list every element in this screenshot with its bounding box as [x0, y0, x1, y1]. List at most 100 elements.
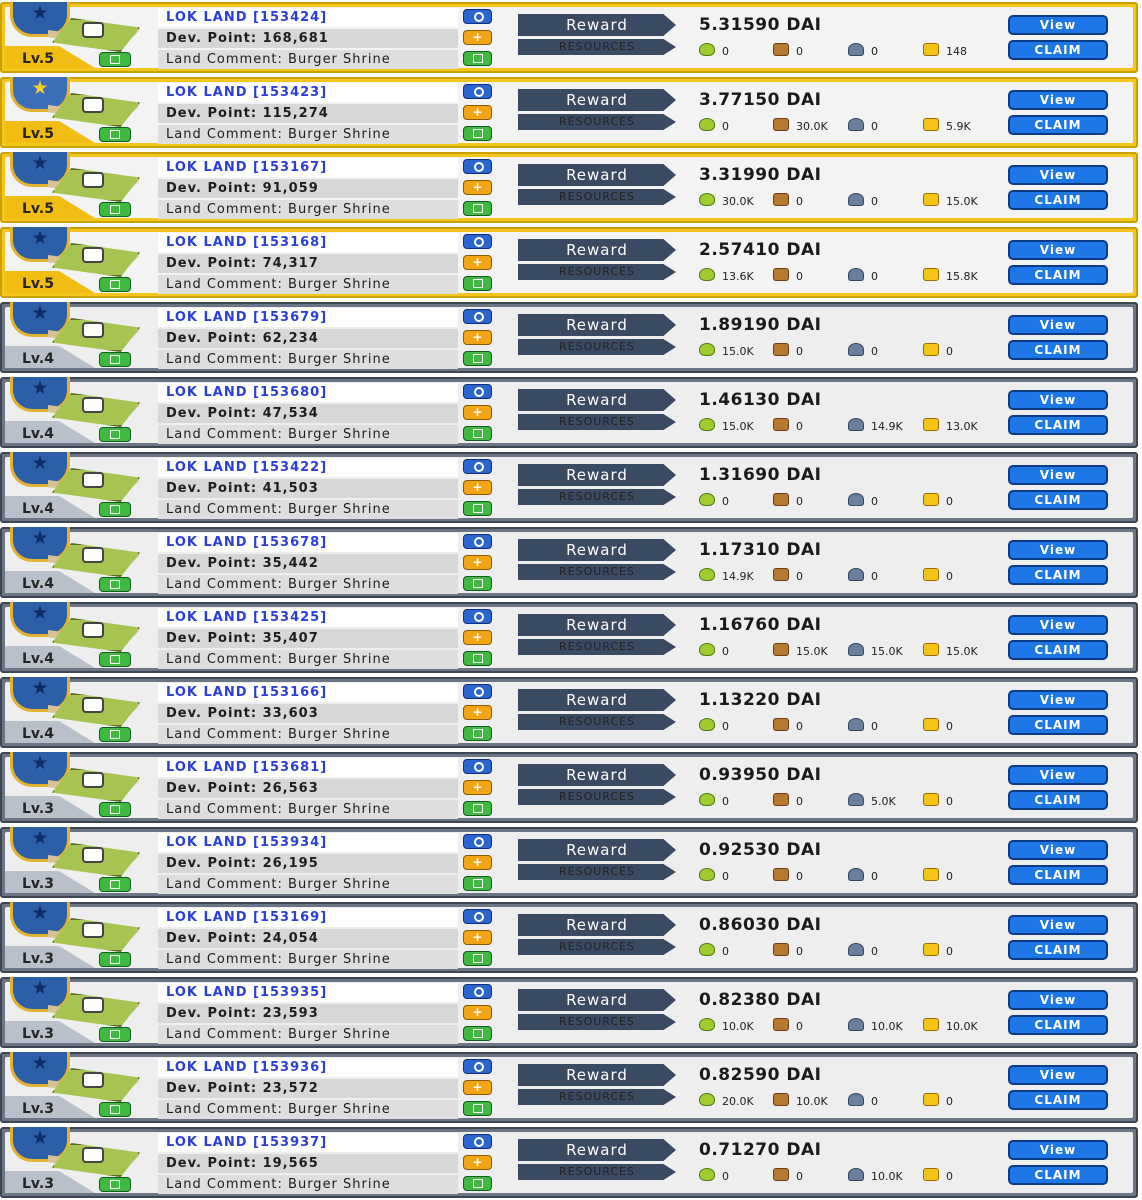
- plus-icon[interactable]: +: [463, 1005, 492, 1020]
- land-name-link[interactable]: LOK LAND [153424]: [158, 8, 458, 27]
- claim-button[interactable]: CLAIM: [1008, 640, 1108, 660]
- claim-button[interactable]: CLAIM: [1008, 865, 1108, 885]
- claim-button[interactable]: CLAIM: [1008, 1090, 1108, 1110]
- edit-icon[interactable]: [463, 201, 492, 216]
- claim-button[interactable]: CLAIM: [1008, 565, 1108, 585]
- view-button[interactable]: View: [1008, 315, 1108, 335]
- edit-land-icon-button[interactable]: [99, 727, 131, 742]
- plus-icon[interactable]: +: [463, 1080, 492, 1095]
- search-icon[interactable]: [463, 1059, 492, 1074]
- edit-icon[interactable]: [463, 876, 492, 891]
- edit-icon[interactable]: [463, 726, 492, 741]
- search-icon[interactable]: [463, 84, 492, 99]
- land-name-link[interactable]: LOK LAND [153937]: [158, 1133, 458, 1152]
- view-button[interactable]: View: [1008, 765, 1108, 785]
- plus-icon[interactable]: +: [463, 780, 492, 795]
- view-button[interactable]: View: [1008, 540, 1108, 560]
- plus-icon[interactable]: +: [463, 30, 492, 45]
- edit-land-icon-button[interactable]: [99, 127, 131, 142]
- search-icon[interactable]: [463, 909, 492, 924]
- edit-icon[interactable]: [463, 426, 492, 441]
- view-button[interactable]: View: [1008, 90, 1108, 110]
- edit-land-icon-button[interactable]: [99, 877, 131, 892]
- edit-land-icon-button[interactable]: [99, 1027, 131, 1042]
- edit-icon[interactable]: [463, 126, 492, 141]
- view-button[interactable]: View: [1008, 465, 1108, 485]
- land-name-link[interactable]: LOK LAND [153936]: [158, 1058, 458, 1077]
- plus-icon[interactable]: +: [463, 480, 492, 495]
- claim-button[interactable]: CLAIM: [1008, 1165, 1108, 1185]
- edit-land-icon-button[interactable]: [99, 952, 131, 967]
- plus-icon[interactable]: +: [463, 405, 492, 420]
- view-button[interactable]: View: [1008, 990, 1108, 1010]
- edit-land-icon-button[interactable]: [99, 1102, 131, 1117]
- search-icon[interactable]: [463, 1134, 492, 1149]
- search-icon[interactable]: [463, 159, 492, 174]
- view-button[interactable]: View: [1008, 615, 1108, 635]
- plus-icon[interactable]: +: [463, 1155, 492, 1170]
- claim-button[interactable]: CLAIM: [1008, 490, 1108, 510]
- view-button[interactable]: View: [1008, 840, 1108, 860]
- search-icon[interactable]: [463, 459, 492, 474]
- edit-icon[interactable]: [463, 951, 492, 966]
- edit-icon[interactable]: [463, 651, 492, 666]
- view-button[interactable]: View: [1008, 390, 1108, 410]
- search-icon[interactable]: [463, 759, 492, 774]
- claim-button[interactable]: CLAIM: [1008, 1015, 1108, 1035]
- claim-button[interactable]: CLAIM: [1008, 715, 1108, 735]
- view-button[interactable]: View: [1008, 915, 1108, 935]
- search-icon[interactable]: [463, 534, 492, 549]
- plus-icon[interactable]: +: [463, 330, 492, 345]
- land-name-link[interactable]: LOK LAND [153167]: [158, 158, 458, 177]
- edit-land-icon-button[interactable]: [99, 652, 131, 667]
- land-name-link[interactable]: LOK LAND [153681]: [158, 758, 458, 777]
- edit-land-icon-button[interactable]: [99, 202, 131, 217]
- view-button[interactable]: View: [1008, 165, 1108, 185]
- view-button[interactable]: View: [1008, 1065, 1108, 1085]
- edit-icon[interactable]: [463, 276, 492, 291]
- edit-land-icon-button[interactable]: [99, 277, 131, 292]
- search-icon[interactable]: [463, 384, 492, 399]
- land-name-link[interactable]: LOK LAND [153935]: [158, 983, 458, 1002]
- claim-button[interactable]: CLAIM: [1008, 790, 1108, 810]
- plus-icon[interactable]: +: [463, 930, 492, 945]
- plus-icon[interactable]: +: [463, 630, 492, 645]
- claim-button[interactable]: CLAIM: [1008, 340, 1108, 360]
- claim-button[interactable]: CLAIM: [1008, 415, 1108, 435]
- edit-icon[interactable]: [463, 1176, 492, 1191]
- edit-icon[interactable]: [463, 501, 492, 516]
- view-button[interactable]: View: [1008, 1140, 1108, 1160]
- land-name-link[interactable]: LOK LAND [153679]: [158, 308, 458, 327]
- land-name-link[interactable]: LOK LAND [153934]: [158, 833, 458, 852]
- claim-button[interactable]: CLAIM: [1008, 190, 1108, 210]
- claim-button[interactable]: CLAIM: [1008, 40, 1108, 60]
- land-name-link[interactable]: LOK LAND [153166]: [158, 683, 458, 702]
- search-icon[interactable]: [463, 684, 492, 699]
- edit-land-icon-button[interactable]: [99, 427, 131, 442]
- land-name-link[interactable]: LOK LAND [153678]: [158, 533, 458, 552]
- edit-icon[interactable]: [463, 51, 492, 66]
- land-name-link[interactable]: LOK LAND [153422]: [158, 458, 458, 477]
- plus-icon[interactable]: +: [463, 555, 492, 570]
- edit-land-icon-button[interactable]: [99, 577, 131, 592]
- search-icon[interactable]: [463, 309, 492, 324]
- claim-button[interactable]: CLAIM: [1008, 265, 1108, 285]
- plus-icon[interactable]: +: [463, 255, 492, 270]
- land-name-link[interactable]: LOK LAND [153423]: [158, 83, 458, 102]
- search-icon[interactable]: [463, 984, 492, 999]
- plus-icon[interactable]: +: [463, 180, 492, 195]
- edit-land-icon-button[interactable]: [99, 502, 131, 517]
- view-button[interactable]: View: [1008, 690, 1108, 710]
- search-icon[interactable]: [463, 9, 492, 24]
- edit-icon[interactable]: [463, 1026, 492, 1041]
- edit-land-icon-button[interactable]: [99, 352, 131, 367]
- search-icon[interactable]: [463, 834, 492, 849]
- view-button[interactable]: View: [1008, 15, 1108, 35]
- search-icon[interactable]: [463, 234, 492, 249]
- plus-icon[interactable]: +: [463, 705, 492, 720]
- claim-button[interactable]: CLAIM: [1008, 940, 1108, 960]
- edit-icon[interactable]: [463, 351, 492, 366]
- edit-land-icon-button[interactable]: [99, 802, 131, 817]
- plus-icon[interactable]: +: [463, 105, 492, 120]
- search-icon[interactable]: [463, 609, 492, 624]
